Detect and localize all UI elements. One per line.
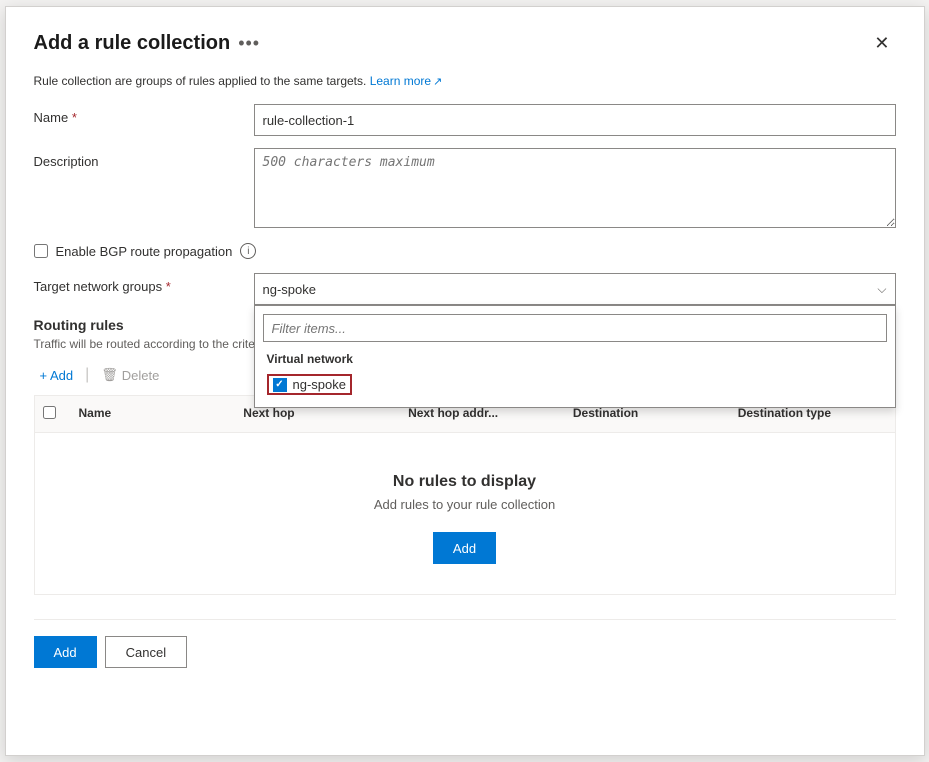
name-required: *: [72, 110, 77, 125]
info-text: Rule collection are groups of rules appl…: [34, 74, 367, 88]
bgp-row: Enable BGP route propagation i: [34, 243, 896, 259]
target-label: Target network groups *: [34, 273, 254, 294]
dialog-title-row: Add a rule collection •••: [34, 32, 261, 55]
add-rule-label: + Add: [40, 368, 74, 383]
target-dropdown[interactable]: ng-spoke ⌵: [254, 273, 896, 305]
info-bar: Rule collection are groups of rules appl…: [34, 74, 896, 88]
footer-cancel-button[interactable]: Cancel: [105, 636, 187, 668]
delete-label: Delete: [122, 368, 160, 383]
delete-icon: 🗑: [101, 367, 118, 383]
empty-subtitle: Add rules to your rule collection: [374, 497, 555, 512]
name-row: Name *: [34, 104, 896, 136]
dropdown-panel: Virtual network ✓ ng-spoke: [254, 305, 896, 408]
description-label: Description: [34, 148, 254, 169]
virtual-network-section-label: Virtual network: [255, 350, 895, 370]
name-input[interactable]: [254, 104, 896, 136]
target-required: *: [166, 279, 171, 294]
dialog-header: Add a rule collection ••• ✕: [34, 31, 896, 56]
name-input-wrapper: [254, 104, 896, 136]
chevron-down-icon: ⌵: [877, 282, 886, 297]
description-input-wrapper: [254, 148, 896, 231]
empty-add-button[interactable]: Add: [433, 532, 496, 564]
more-options-icon[interactable]: •••: [238, 33, 260, 54]
add-rule-collection-dialog: Add a rule collection ••• ✕ Rule collect…: [5, 6, 925, 756]
learn-more-link[interactable]: Learn more ↗: [370, 74, 443, 88]
ng-spoke-item[interactable]: ✓ ng-spoke: [255, 370, 895, 399]
select-all-col: [35, 396, 71, 432]
dialog-footer: Add Cancel: [34, 619, 896, 668]
bgp-checkbox[interactable]: [34, 244, 48, 258]
dialog-title: Add a rule collection: [34, 32, 231, 55]
close-button[interactable]: ✕: [868, 31, 895, 56]
description-row: Description: [34, 148, 896, 231]
table-empty-state: No rules to display Add rules to your ru…: [35, 433, 895, 594]
empty-title: No rules to display: [393, 473, 536, 491]
description-input[interactable]: [254, 148, 896, 228]
col-name: Name: [71, 396, 236, 432]
target-dropdown-wrapper: ng-spoke ⌵ Virtual network ✓ ng-spoke: [254, 273, 896, 305]
toolbar-divider: |: [85, 366, 89, 384]
add-rule-button[interactable]: + Add: [34, 364, 80, 387]
filter-input[interactable]: [263, 314, 887, 342]
info-tooltip-icon[interactable]: i: [240, 243, 256, 259]
bgp-label: Enable BGP route propagation: [56, 244, 233, 259]
target-row: Target network groups * ng-spoke ⌵ Virtu…: [34, 273, 896, 305]
footer-add-button[interactable]: Add: [34, 636, 97, 668]
external-link-icon: ↗: [433, 75, 442, 88]
delete-rule-button[interactable]: 🗑 Delete: [95, 363, 165, 387]
select-all-checkbox[interactable]: [43, 406, 56, 419]
ng-spoke-label: ng-spoke: [293, 377, 346, 392]
name-label: Name *: [34, 104, 254, 125]
rules-table: Name Next hop Next hop addr... Destinati…: [34, 395, 896, 595]
ng-spoke-checkbox: ✓: [273, 378, 287, 392]
target-dropdown-value: ng-spoke: [263, 282, 316, 297]
